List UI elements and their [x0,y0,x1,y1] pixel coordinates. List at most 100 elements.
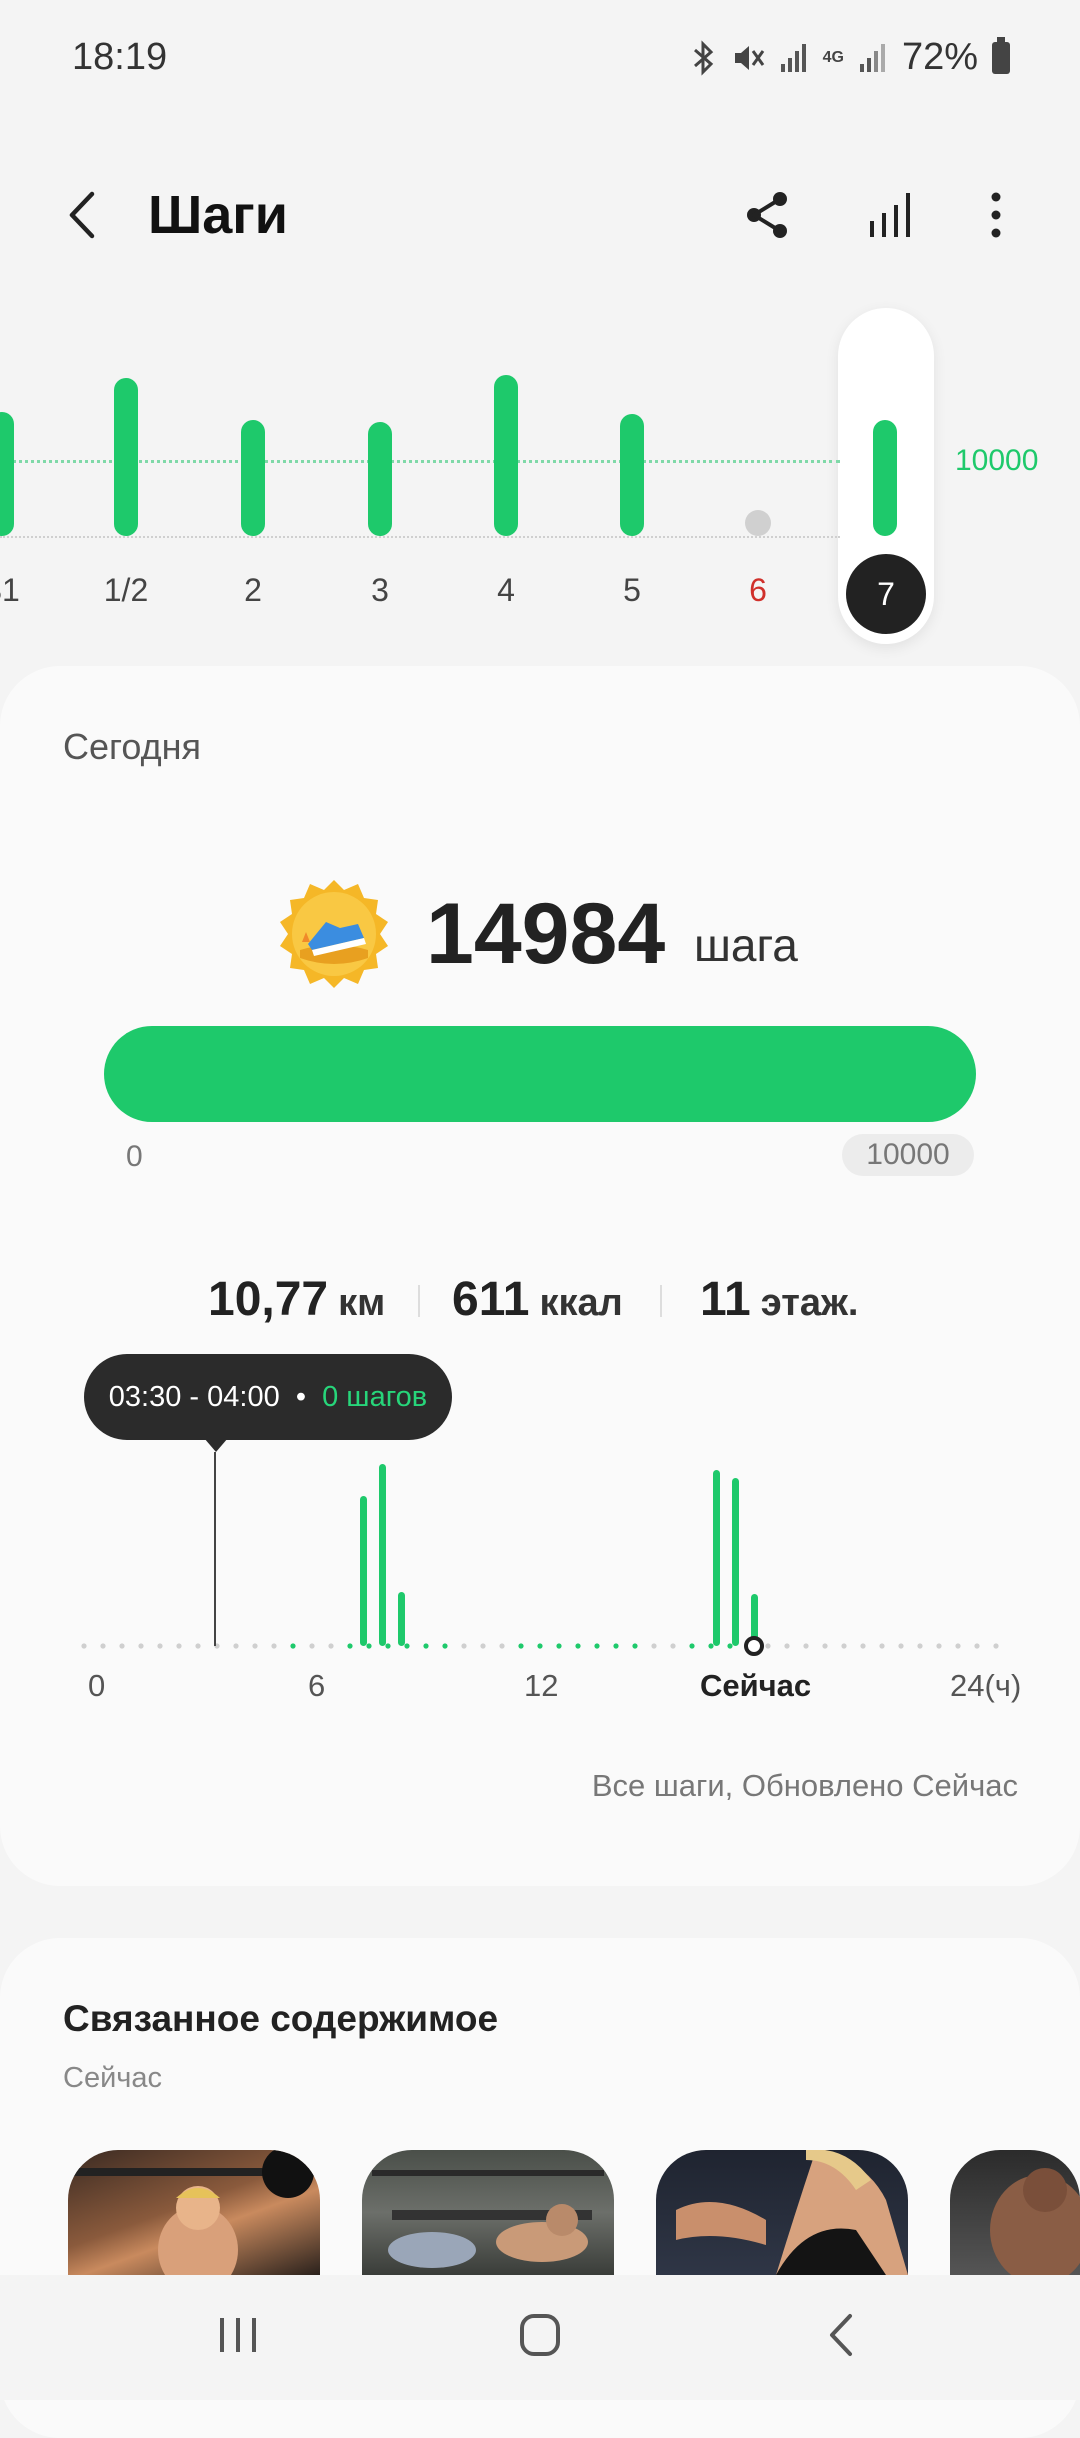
hour-dot [176,1643,182,1649]
hour-dot [955,1643,961,1649]
hour-dot [442,1643,448,1649]
day-label[interactable]: 1/2 [96,572,156,609]
selected-day-label[interactable]: 7 [846,554,926,634]
hour-dot [537,1643,543,1649]
network-type: 4G [822,48,844,66]
floors-stat: 11 этаж. [700,1272,858,1327]
tooltip-value: 0 шагов [322,1381,428,1413]
battery-percent: 72% [901,36,978,78]
hour-dot [613,1643,619,1649]
distance-value: 10,77 [208,1273,329,1326]
signal-icon-2 [859,43,885,72]
home-icon [520,2314,560,2356]
week-bar[interactable] [494,375,518,536]
stat-divider [418,1285,420,1317]
x-axis-label: 12 [524,1668,559,1703]
share-button[interactable] [738,185,798,245]
related-content-subtitle: Сейчас [63,2062,163,2094]
gym-workout-image [372,2170,604,2268]
hourly-steps-chart[interactable] [0,1440,1080,1660]
day-label[interactable]: 2 [223,572,283,609]
hour-dot [271,1643,277,1649]
mute-icon [734,45,764,70]
today-label: Сегодня [63,726,201,767]
chart-cursor-line [214,1452,216,1646]
hour-dot [195,1643,201,1649]
day-label[interactable]: 5 [602,572,662,609]
related-thumbnail[interactable] [68,2150,320,2275]
hourly-bar [360,1496,367,1646]
week-bar[interactable] [873,420,897,536]
hour-dot [233,1643,239,1649]
bluetooth-icon [693,39,713,76]
bar-chart-icon [870,193,910,237]
hour-dot [936,1643,942,1649]
hourly-bar [398,1592,405,1646]
hour-dot [841,1643,847,1649]
related-thumbnail[interactable] [362,2150,614,2275]
steps-count: 14984 [426,886,666,982]
related-thumbnail[interactable] [656,2150,908,2275]
hour-dot [822,1643,828,1649]
floors-value: 11 [700,1273,751,1326]
hour-dot [765,1643,771,1649]
base-line [0,536,840,538]
share-icon [747,192,787,238]
recent-apps-button[interactable] [198,2300,278,2370]
hour-dot [974,1643,980,1649]
hour-dot [347,1643,353,1649]
recent-apps-icon [220,2318,256,2352]
tooltip-bullet: • [295,1381,306,1413]
x-axis-label: 24(ч) [950,1668,1022,1703]
hour-dot [670,1643,676,1649]
hour-dot [366,1643,372,1649]
status-time: 18:19 [72,36,168,78]
back-icon [69,191,95,239]
hour-dot [993,1643,999,1649]
hour-dot [252,1643,258,1649]
day-label[interactable]: 4 [476,572,536,609]
trends-button[interactable] [862,185,922,245]
tooltip-pointer [204,1438,228,1452]
bodybuilder-image [990,2168,1080,2275]
back-button[interactable] [58,180,108,250]
hour-dot [689,1643,695,1649]
hour-dot [100,1643,106,1649]
day-label[interactable]: 31 [0,572,32,609]
steps-achievement-badge-icon [278,878,390,990]
day-label-sunday[interactable]: 6 [728,572,788,609]
hourly-bars [360,1464,758,1646]
week-bar[interactable] [620,413,644,536]
calories-value: 611 [452,1273,530,1326]
hour-dot [860,1643,866,1649]
x-axis-label: 0 [88,1668,106,1703]
back-nav-icon [830,2314,852,2356]
page-title: Шаги [148,185,288,245]
week-bar[interactable] [368,421,392,536]
progress-goal-label: 10000 [842,1134,974,1176]
current-time-marker [744,1636,764,1656]
x-axis-label: 6 [308,1668,326,1703]
week-bar[interactable] [0,412,14,536]
hour-dot [803,1643,809,1649]
week-bar[interactable] [114,378,138,536]
hour-dot [575,1643,581,1649]
hour-dot [784,1643,790,1649]
calories-stat: 611 ккал [452,1272,623,1327]
more-icon [991,192,1001,238]
week-bar[interactable] [241,420,265,536]
more-options-button[interactable] [966,185,1026,245]
steps-unit: шага [694,919,798,971]
hour-dot [138,1643,144,1649]
home-button[interactable] [500,2300,580,2370]
signal-icon [780,43,806,72]
related-thumbnail[interactable] [950,2150,1080,2275]
updated-status: Все шаги, Обновлено Сейчас [591,1768,1018,1803]
tooltip-time: 03:30 - 04:00 [108,1381,280,1413]
hour-dot [81,1643,87,1649]
day-label[interactable]: 3 [350,572,410,609]
hour-dot [385,1643,391,1649]
floors-unit: этаж. [760,1282,859,1324]
week-bar-empty[interactable] [745,510,771,536]
back-nav-button[interactable] [802,2300,882,2370]
